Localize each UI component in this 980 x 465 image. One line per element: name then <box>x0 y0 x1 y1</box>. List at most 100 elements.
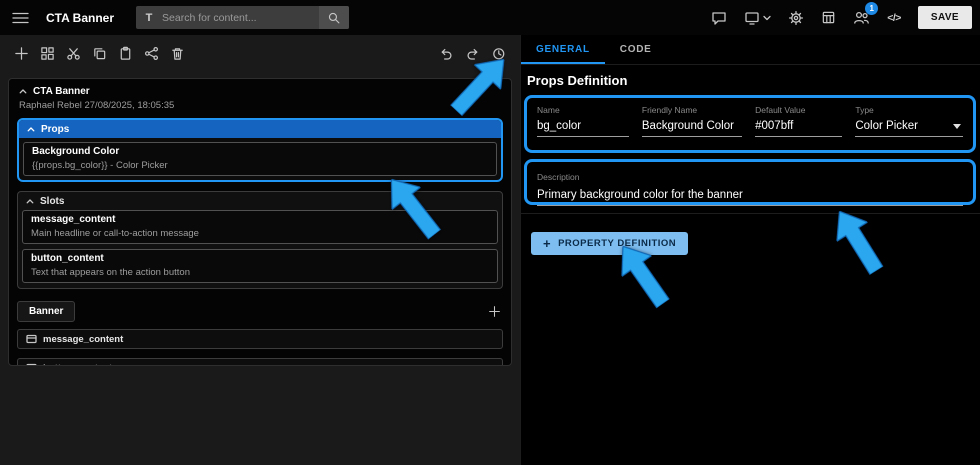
field-type-value: Color Picker <box>855 120 918 132</box>
field-type: Type Color Picker <box>855 105 963 150</box>
slots-section-label: Slots <box>40 195 65 207</box>
slot-icon <box>26 334 37 344</box>
banner-slot-row[interactable]: message_content <box>17 329 503 350</box>
undo-icon <box>441 48 452 60</box>
plus-icon <box>15 46 28 60</box>
data-grid-button[interactable] <box>821 10 836 25</box>
slot-item-subtitle: Main headline or call-to-action message <box>31 227 199 239</box>
gear-icon <box>789 10 804 25</box>
redo-icon <box>467 48 478 60</box>
search-icon <box>328 12 340 23</box>
add-button[interactable] <box>14 46 29 61</box>
history-button[interactable] <box>491 46 506 61</box>
delete-button[interactable] <box>170 46 185 61</box>
description-field-group: Description <box>524 159 976 206</box>
history-icon <box>493 47 505 59</box>
menu-button[interactable] <box>12 11 29 25</box>
prop-item[interactable]: Background Color {{props.bg_color}} - Co… <box>23 142 497 177</box>
add-property-definition-label: PROPERTY DEFINITION <box>558 238 677 249</box>
code-view-button[interactable]: </> <box>887 12 901 24</box>
save-button[interactable]: SAVE <box>917 6 972 29</box>
field-type-select[interactable]: Color Picker <box>855 120 963 137</box>
banner-block-tab[interactable]: Banner <box>17 301 76 323</box>
table-icon <box>822 11 835 24</box>
undo-button[interactable] <box>439 46 454 61</box>
editor-toolbar <box>14 42 506 64</box>
topbar-actions: 1 </> SAVE <box>711 2 972 29</box>
props-section: Props Background Color {{props.bg_color}… <box>17 118 503 183</box>
banner-slot-label: button_content <box>43 363 112 365</box>
banner-slot-row[interactable]: button_content <box>17 358 503 365</box>
share-button[interactable] <box>144 46 159 61</box>
cut-button[interactable] <box>66 46 81 61</box>
prop-fields-group: Name Friendly Name Default Value Type Co… <box>524 95 976 153</box>
tab-code[interactable]: CODE <box>605 35 667 64</box>
comments-button[interactable] <box>711 10 727 26</box>
inspector-panel: GENERAL CODE Props Definition Name Frien… <box>520 35 980 465</box>
page-title: CTA Banner <box>46 10 115 25</box>
dropdown-arrow-icon <box>953 123 961 129</box>
field-default-value: Default Value <box>755 105 843 150</box>
paste-button[interactable] <box>118 46 133 61</box>
settings-button[interactable] <box>788 10 804 26</box>
search-button[interactable] <box>319 6 350 29</box>
field-friendly-name-input[interactable] <box>641 120 743 137</box>
chevron-up-icon <box>19 89 27 94</box>
plus-icon: + <box>543 236 552 251</box>
banner-slot-list: message_content button_content <box>17 329 503 365</box>
field-friendly-name: Friendly Name <box>641 105 743 150</box>
search-bar: T <box>136 6 350 29</box>
slots-section: Slots message_content Main headline or c… <box>17 191 503 290</box>
inspector-divider <box>521 213 980 214</box>
slot-item[interactable]: button_content Text that appears on the … <box>22 249 498 284</box>
redo-button[interactable] <box>465 46 480 61</box>
chevron-up-icon <box>27 127 35 132</box>
copy-icon <box>94 47 106 59</box>
clipboard-icon <box>120 46 131 60</box>
prop-item-subtitle: {{props.bg_color}} - Color Picker <box>32 159 168 171</box>
field-default-value-label: Default Value <box>755 105 806 115</box>
slot-item-subtitle: Text that appears on the action button <box>31 266 190 278</box>
field-name-label: Name <box>537 105 560 115</box>
blocks-icon <box>41 46 54 60</box>
field-type-label: Type <box>855 105 874 115</box>
component-card: CTA Banner Raphael Rebel 27/08/2025, 18:… <box>8 78 512 366</box>
topbar: CTA Banner T 1 <box>0 0 980 35</box>
users-button[interactable]: 1 <box>853 2 879 25</box>
field-default-value-input[interactable] <box>755 120 843 137</box>
hamburger-icon <box>12 12 29 23</box>
props-definition-heading: Props Definition <box>527 73 628 88</box>
props-section-label: Props <box>41 123 70 135</box>
add-property-definition-button[interactable]: + PROPERTY DEFINITION <box>531 232 689 255</box>
field-name: Name <box>537 105 629 150</box>
field-friendly-name-label: Friendly Name <box>641 105 698 115</box>
props-section-body: Background Color {{props.bg_color}} - Co… <box>19 138 501 180</box>
props-section-header[interactable]: Props <box>19 120 501 139</box>
search-input[interactable] <box>162 6 320 29</box>
scissors-icon <box>67 47 80 60</box>
slots-section-header[interactable]: Slots <box>18 192 502 210</box>
banner-block-row: Banner <box>17 301 503 323</box>
component-card-collapse[interactable]: CTA Banner <box>19 86 501 97</box>
slot-icon <box>26 363 37 365</box>
slot-item-title: button_content <box>31 253 104 265</box>
field-name-input[interactable] <box>537 120 629 137</box>
users-badge: 1 <box>865 2 879 15</box>
slot-item[interactable]: message_content Main headline or call-to… <box>22 210 498 245</box>
copy-button[interactable] <box>92 46 107 61</box>
share-icon <box>144 46 159 60</box>
comment-icon <box>712 11 726 25</box>
slot-item-title: message_content <box>31 214 116 226</box>
add-block-button[interactable] <box>488 305 501 318</box>
components-button[interactable] <box>40 46 55 61</box>
preview-devices-button[interactable] <box>744 10 771 26</box>
tab-general[interactable]: GENERAL <box>521 35 605 64</box>
banner-slot-label: message_content <box>43 333 124 345</box>
description-input[interactable] <box>537 189 963 206</box>
component-card-header: CTA Banner Raphael Rebel 27/08/2025, 18:… <box>9 79 511 113</box>
chevron-up-icon <box>26 199 34 204</box>
component-card-meta: Raphael Rebel 27/08/2025, 18:05:35 <box>19 100 175 111</box>
text-filter-icon[interactable]: T <box>136 6 162 29</box>
editor-panel: CTA Banner Raphael Rebel 27/08/2025, 18:… <box>0 35 520 465</box>
slots-section-body: message_content Main headline or call-to… <box>18 210 502 288</box>
